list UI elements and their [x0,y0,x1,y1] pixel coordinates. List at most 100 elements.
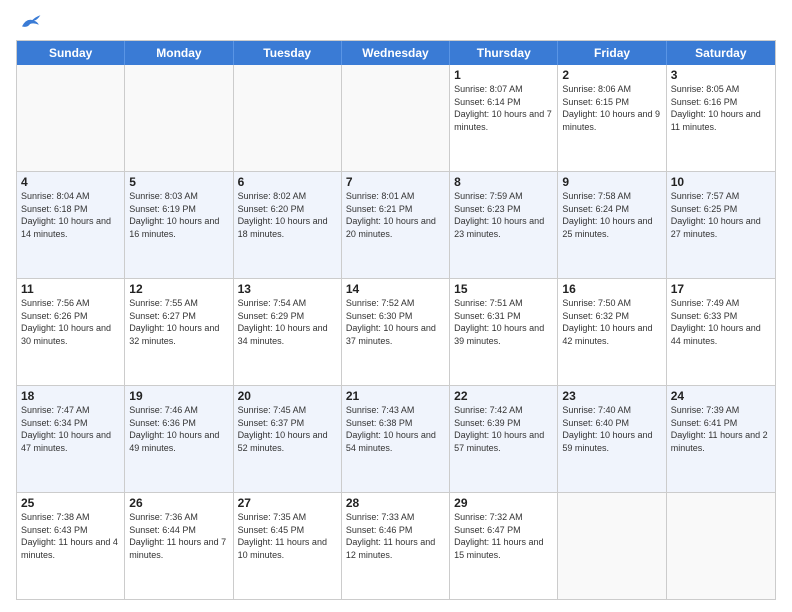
day-cell-24: 24Sunrise: 7:39 AM Sunset: 6:41 PM Dayli… [667,386,775,492]
day-number: 5 [129,175,228,189]
calendar-row-4: 25Sunrise: 7:38 AM Sunset: 6:43 PM Dayli… [17,493,775,599]
day-info: Sunrise: 7:46 AM Sunset: 6:36 PM Dayligh… [129,404,228,454]
calendar-row-0: 1Sunrise: 8:07 AM Sunset: 6:14 PM Daylig… [17,65,775,172]
calendar-row-1: 4Sunrise: 8:04 AM Sunset: 6:18 PM Daylig… [17,172,775,279]
day-number: 29 [454,496,553,510]
day-cell-22: 22Sunrise: 7:42 AM Sunset: 6:39 PM Dayli… [450,386,558,492]
day-number: 14 [346,282,445,296]
day-info: Sunrise: 7:54 AM Sunset: 6:29 PM Dayligh… [238,297,337,347]
header-day-wednesday: Wednesday [342,41,450,65]
logo-icon [18,12,42,32]
day-info: Sunrise: 7:36 AM Sunset: 6:44 PM Dayligh… [129,511,228,561]
day-cell-9: 9Sunrise: 7:58 AM Sunset: 6:24 PM Daylig… [558,172,666,278]
day-number: 25 [21,496,120,510]
empty-cell [125,65,233,171]
day-info: Sunrise: 8:06 AM Sunset: 6:15 PM Dayligh… [562,83,661,133]
day-cell-23: 23Sunrise: 7:40 AM Sunset: 6:40 PM Dayli… [558,386,666,492]
day-cell-16: 16Sunrise: 7:50 AM Sunset: 6:32 PM Dayli… [558,279,666,385]
day-info: Sunrise: 7:33 AM Sunset: 6:46 PM Dayligh… [346,511,445,561]
header-day-friday: Friday [558,41,666,65]
day-number: 3 [671,68,771,82]
day-cell-4: 4Sunrise: 8:04 AM Sunset: 6:18 PM Daylig… [17,172,125,278]
day-cell-3: 3Sunrise: 8:05 AM Sunset: 6:16 PM Daylig… [667,65,775,171]
day-cell-8: 8Sunrise: 7:59 AM Sunset: 6:23 PM Daylig… [450,172,558,278]
day-info: Sunrise: 7:57 AM Sunset: 6:25 PM Dayligh… [671,190,771,240]
header-day-thursday: Thursday [450,41,558,65]
day-info: Sunrise: 7:38 AM Sunset: 6:43 PM Dayligh… [21,511,120,561]
day-info: Sunrise: 7:40 AM Sunset: 6:40 PM Dayligh… [562,404,661,454]
day-number: 22 [454,389,553,403]
day-info: Sunrise: 8:04 AM Sunset: 6:18 PM Dayligh… [21,190,120,240]
empty-cell [234,65,342,171]
day-info: Sunrise: 7:50 AM Sunset: 6:32 PM Dayligh… [562,297,661,347]
day-number: 7 [346,175,445,189]
header-day-sunday: Sunday [17,41,125,65]
day-cell-13: 13Sunrise: 7:54 AM Sunset: 6:29 PM Dayli… [234,279,342,385]
day-number: 4 [21,175,120,189]
header-day-monday: Monday [125,41,233,65]
day-number: 15 [454,282,553,296]
calendar-row-3: 18Sunrise: 7:47 AM Sunset: 6:34 PM Dayli… [17,386,775,493]
day-number: 8 [454,175,553,189]
day-info: Sunrise: 8:07 AM Sunset: 6:14 PM Dayligh… [454,83,553,133]
day-info: Sunrise: 7:55 AM Sunset: 6:27 PM Dayligh… [129,297,228,347]
day-number: 2 [562,68,661,82]
day-cell-25: 25Sunrise: 7:38 AM Sunset: 6:43 PM Dayli… [17,493,125,599]
day-number: 6 [238,175,337,189]
day-number: 26 [129,496,228,510]
day-cell-18: 18Sunrise: 7:47 AM Sunset: 6:34 PM Dayli… [17,386,125,492]
day-cell-28: 28Sunrise: 7:33 AM Sunset: 6:46 PM Dayli… [342,493,450,599]
header [16,12,776,32]
day-info: Sunrise: 7:49 AM Sunset: 6:33 PM Dayligh… [671,297,771,347]
day-number: 28 [346,496,445,510]
day-number: 10 [671,175,771,189]
calendar: SundayMondayTuesdayWednesdayThursdayFrid… [16,40,776,600]
day-number: 21 [346,389,445,403]
day-number: 18 [21,389,120,403]
day-info: Sunrise: 8:03 AM Sunset: 6:19 PM Dayligh… [129,190,228,240]
header-day-saturday: Saturday [667,41,775,65]
day-number: 23 [562,389,661,403]
day-number: 17 [671,282,771,296]
day-info: Sunrise: 7:32 AM Sunset: 6:47 PM Dayligh… [454,511,553,561]
day-cell-29: 29Sunrise: 7:32 AM Sunset: 6:47 PM Dayli… [450,493,558,599]
day-info: Sunrise: 7:47 AM Sunset: 6:34 PM Dayligh… [21,404,120,454]
day-cell-20: 20Sunrise: 7:45 AM Sunset: 6:37 PM Dayli… [234,386,342,492]
day-cell-6: 6Sunrise: 8:02 AM Sunset: 6:20 PM Daylig… [234,172,342,278]
empty-cell [342,65,450,171]
day-number: 9 [562,175,661,189]
day-info: Sunrise: 8:01 AM Sunset: 6:21 PM Dayligh… [346,190,445,240]
header-day-tuesday: Tuesday [234,41,342,65]
day-info: Sunrise: 7:58 AM Sunset: 6:24 PM Dayligh… [562,190,661,240]
calendar-body: 1Sunrise: 8:07 AM Sunset: 6:14 PM Daylig… [17,65,775,599]
day-info: Sunrise: 7:51 AM Sunset: 6:31 PM Dayligh… [454,297,553,347]
day-cell-5: 5Sunrise: 8:03 AM Sunset: 6:19 PM Daylig… [125,172,233,278]
day-cell-15: 15Sunrise: 7:51 AM Sunset: 6:31 PM Dayli… [450,279,558,385]
day-number: 27 [238,496,337,510]
day-cell-26: 26Sunrise: 7:36 AM Sunset: 6:44 PM Dayli… [125,493,233,599]
day-info: Sunrise: 8:05 AM Sunset: 6:16 PM Dayligh… [671,83,771,133]
calendar-header: SundayMondayTuesdayWednesdayThursdayFrid… [17,41,775,65]
day-cell-19: 19Sunrise: 7:46 AM Sunset: 6:36 PM Dayli… [125,386,233,492]
day-number: 20 [238,389,337,403]
logo [16,12,46,32]
day-info: Sunrise: 7:52 AM Sunset: 6:30 PM Dayligh… [346,297,445,347]
day-number: 11 [21,282,120,296]
empty-cell [558,493,666,599]
day-cell-11: 11Sunrise: 7:56 AM Sunset: 6:26 PM Dayli… [17,279,125,385]
day-number: 19 [129,389,228,403]
day-info: Sunrise: 7:39 AM Sunset: 6:41 PM Dayligh… [671,404,771,454]
empty-cell [667,493,775,599]
day-cell-27: 27Sunrise: 7:35 AM Sunset: 6:45 PM Dayli… [234,493,342,599]
day-number: 24 [671,389,771,403]
day-cell-7: 7Sunrise: 8:01 AM Sunset: 6:21 PM Daylig… [342,172,450,278]
calendar-row-2: 11Sunrise: 7:56 AM Sunset: 6:26 PM Dayli… [17,279,775,386]
day-info: Sunrise: 7:43 AM Sunset: 6:38 PM Dayligh… [346,404,445,454]
day-number: 13 [238,282,337,296]
day-info: Sunrise: 7:45 AM Sunset: 6:37 PM Dayligh… [238,404,337,454]
page: SundayMondayTuesdayWednesdayThursdayFrid… [0,0,792,612]
day-info: Sunrise: 8:02 AM Sunset: 6:20 PM Dayligh… [238,190,337,240]
day-info: Sunrise: 7:59 AM Sunset: 6:23 PM Dayligh… [454,190,553,240]
day-number: 1 [454,68,553,82]
day-cell-14: 14Sunrise: 7:52 AM Sunset: 6:30 PM Dayli… [342,279,450,385]
